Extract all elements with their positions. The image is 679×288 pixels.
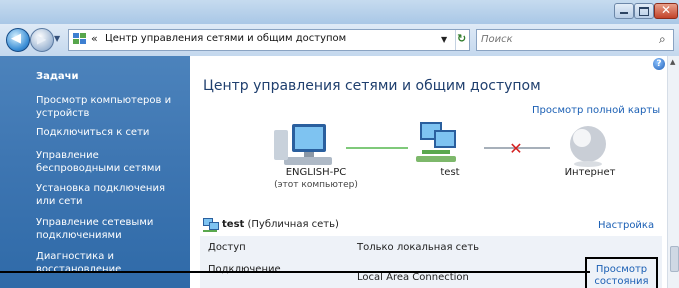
disconnected-icon: ✕ — [509, 139, 522, 158]
address-bar[interactable]: « Центр управления сетями и общим доступ… — [68, 29, 470, 51]
close-icon: ✕ — [661, 3, 672, 17]
recent-pages-dropdown[interactable]: ▼ — [54, 34, 60, 43]
highlight-line — [0, 271, 590, 273]
access-label: Доступ — [208, 242, 246, 253]
minimize-icon — [620, 12, 628, 14]
task-sidebar: Задачи Просмотр компьютеров и устройств … — [0, 56, 190, 288]
title-bar: ✕ — [0, 0, 679, 24]
network-status-icon — [202, 218, 220, 232]
close-button[interactable]: ✕ — [654, 3, 678, 19]
sidebar-item-connect[interactable]: Подключиться к сети — [36, 126, 184, 139]
connection-value[interactable]: Local Area Connection — [357, 272, 469, 283]
address-dropdown-icon[interactable]: ▼ — [441, 35, 447, 44]
view-status-link[interactable]: Просмотр состояния — [589, 264, 654, 288]
back-arrow-icon: ◀ — [11, 31, 21, 46]
network-map-name: test — [440, 167, 460, 178]
search-icon[interactable]: ⌕ — [659, 32, 666, 47]
customize-link[interactable]: Настройка — [598, 220, 654, 231]
page-title: Центр управления сетями и общим доступом — [203, 78, 541, 94]
this-computer-icon — [274, 124, 332, 165]
forward-button[interactable]: ▶ — [30, 28, 54, 52]
breadcrumb-path[interactable]: Центр управления сетями и общим доступом — [105, 33, 346, 44]
breadcrumb-chevron[interactable]: « — [91, 32, 98, 45]
access-value: Только локальная сеть — [357, 242, 480, 253]
sidebar-item-setup[interactable]: Установка подключения или сети — [36, 182, 184, 208]
network-icon — [416, 122, 456, 162]
view-status-line1[interactable]: Просмотр — [589, 264, 654, 276]
maximize-icon — [639, 7, 649, 16]
connection-label: Подключение — [208, 264, 281, 275]
network-name: test — [222, 219, 245, 230]
view-full-map-link[interactable]: Просмотр полной карты — [532, 105, 660, 116]
address-toolbar: ◀ ▶ ▼ « Центр управления сетями и общим … — [0, 24, 679, 56]
minimize-button[interactable] — [614, 3, 634, 19]
scroll-thumb[interactable] — [670, 246, 679, 272]
network-center-icon — [73, 33, 86, 45]
view-status-line2[interactable]: состояния — [589, 276, 654, 288]
search-input[interactable] — [481, 32, 651, 46]
maximize-button[interactable] — [634, 3, 654, 19]
computer-subtitle: (этот компьютер) — [274, 180, 358, 190]
back-button[interactable]: ◀ — [6, 28, 30, 52]
scroll-up-icon[interactable]: ▲ — [670, 58, 675, 66]
internet-label: Интернет — [564, 167, 616, 178]
network-type: (Публичная сеть) — [247, 219, 339, 230]
refresh-button[interactable]: ↻ — [455, 30, 470, 50]
help-icon[interactable]: ? — [653, 58, 665, 70]
sidebar-item-connections[interactable]: Управление сетевыми подключениями — [36, 216, 184, 242]
tasks-heading: Задачи — [36, 71, 79, 82]
refresh-icon: ↻ — [457, 32, 467, 45]
sidebar-item-view-computers[interactable]: Просмотр компьютеров и устройств — [36, 94, 184, 120]
computer-name: ENGLISH-PC — [285, 167, 347, 178]
forward-arrow-icon: ▶ — [37, 32, 47, 46]
scrollbar[interactable]: ▲ — [667, 56, 679, 288]
internet-globe-icon — [570, 126, 606, 167]
network-header: test (Публичная сеть) — [222, 219, 339, 230]
sidebar-item-wireless[interactable]: Управление беспроводными сетями — [36, 149, 184, 175]
search-box[interactable]: ⌕ — [476, 29, 674, 51]
